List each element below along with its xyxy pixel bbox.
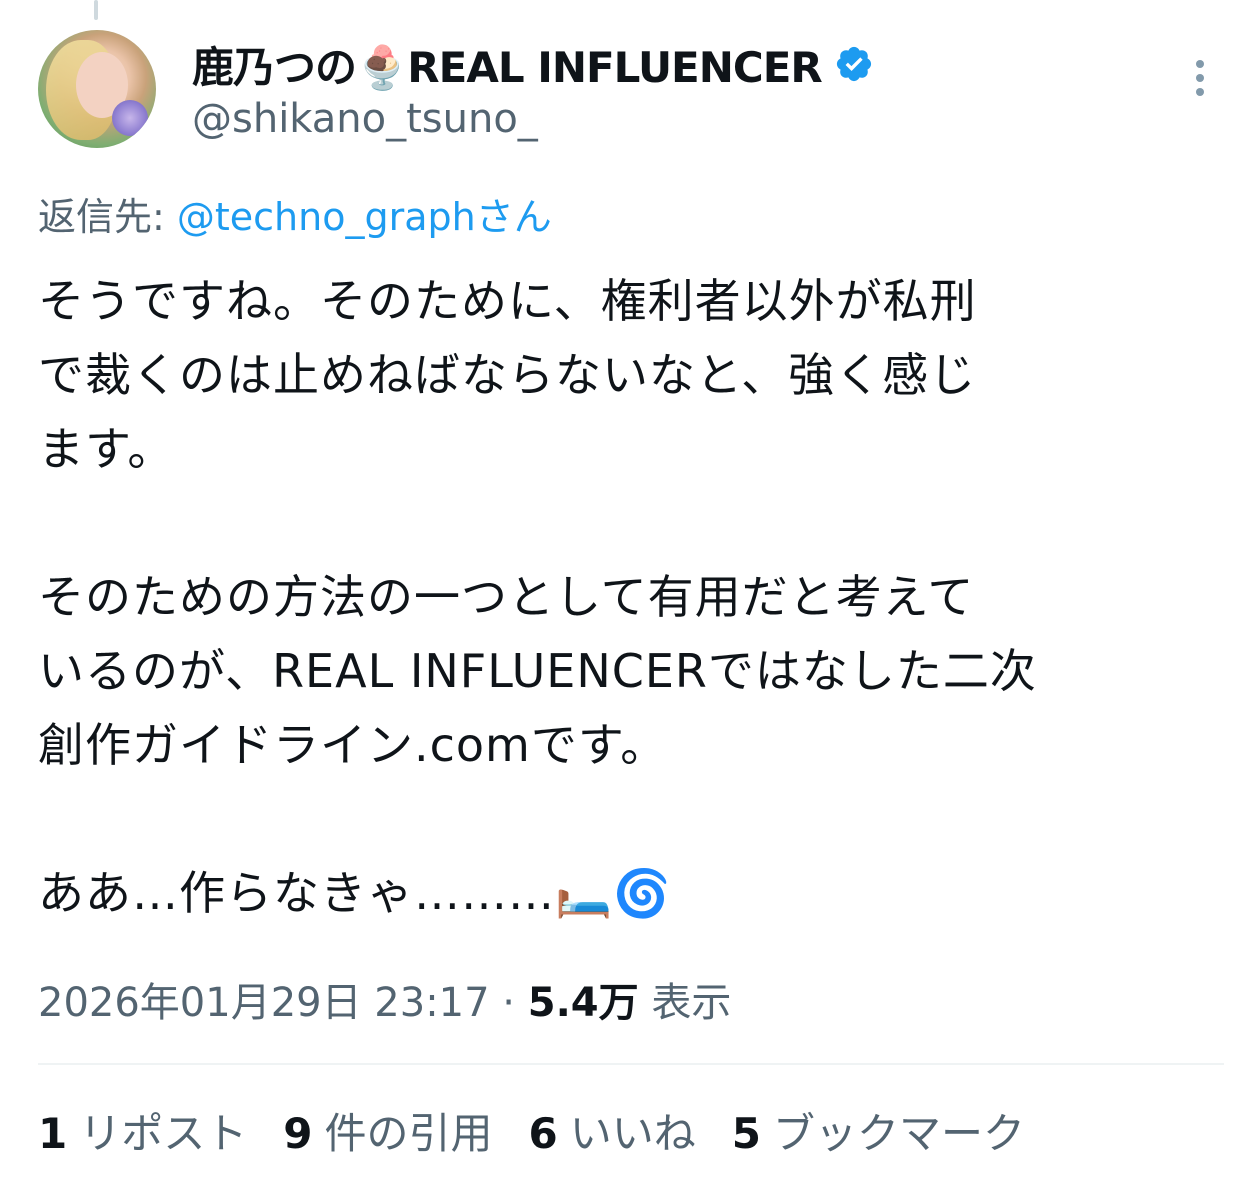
tweet-timestamp[interactable]: 2026年01月29日 23:17 bbox=[38, 980, 490, 1026]
stat-reposts-label: リポスト bbox=[79, 1109, 248, 1158]
reply-context: 返信先: @techno_graphさん bbox=[38, 186, 552, 241]
stat-bookmarks-count: 5 bbox=[731, 1109, 761, 1158]
tweet-meta: 2026年01月29日 23:17 · 5.4万 表示 bbox=[38, 970, 731, 1028]
meta-separator: · bbox=[489, 980, 528, 1026]
stat-likes[interactable]: 6 いいね bbox=[529, 1100, 696, 1161]
avatar-flower bbox=[112, 100, 148, 136]
stat-bookmarks-label: ブックマーク bbox=[772, 1109, 1025, 1158]
divider bbox=[38, 1063, 1224, 1065]
stat-quotes-label: 件の引用 bbox=[324, 1109, 493, 1158]
stat-reposts-count: 1 bbox=[38, 1109, 68, 1158]
tweet-text: そうですね。そのために、権利者以外が私刑 で裁くのは止めねばならないなと、強く感… bbox=[38, 274, 1037, 920]
author-handle[interactable]: @shikano_tsuno_ bbox=[192, 96, 538, 142]
stat-likes-label: いいね bbox=[569, 1109, 696, 1158]
reply-prefix: 返信先: bbox=[38, 195, 177, 239]
stat-bookmarks[interactable]: 5 ブックマーク bbox=[732, 1100, 1025, 1161]
engagement-stats: 1 リポスト 9 件の引用 6 いいね 5 ブックマーク bbox=[38, 1100, 1025, 1161]
author-name-row: 鹿乃つの🍨REAL INFLUENCER bbox=[192, 36, 874, 92]
more-options-icon[interactable] bbox=[1186, 56, 1214, 100]
stat-quotes[interactable]: 9 件の引用 bbox=[283, 1100, 492, 1161]
views-label: 表示 bbox=[638, 980, 732, 1026]
views-count: 5.4万 bbox=[527, 980, 639, 1026]
author-display-name[interactable]: 鹿乃つの🍨REAL INFLUENCER bbox=[192, 34, 823, 95]
thread-connector-line bbox=[94, 0, 98, 20]
stat-reposts[interactable]: 1 リポスト bbox=[38, 1100, 247, 1161]
reply-mention-link[interactable]: @techno_graphさん bbox=[177, 195, 552, 239]
verified-badge-icon[interactable] bbox=[834, 44, 874, 84]
avatar[interactable] bbox=[38, 30, 156, 148]
stat-quotes-count: 9 bbox=[283, 1109, 313, 1158]
stat-likes-count: 6 bbox=[528, 1109, 558, 1158]
